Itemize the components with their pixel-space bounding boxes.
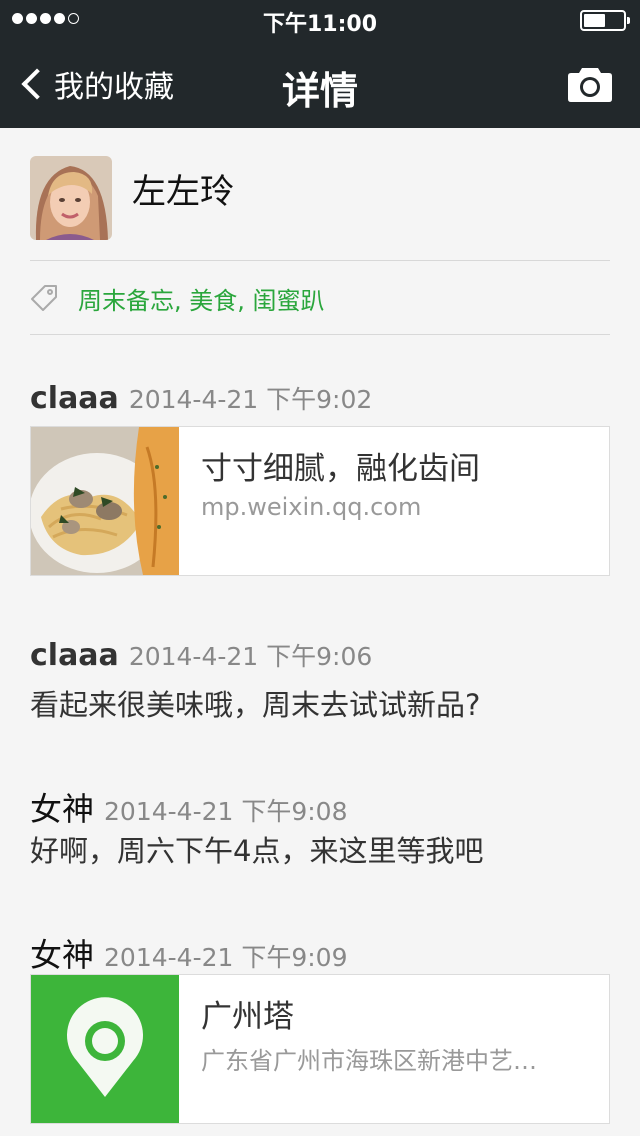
- entry-header: 女神 2014-4-21 下午9:09: [30, 930, 348, 976]
- entry-header: claaa 2014-4-21 下午9:06: [30, 637, 372, 673]
- battery-icon: [580, 10, 630, 31]
- entry-text: 好啊，周六下午4点，来这里等我吧: [30, 834, 484, 868]
- status-time: 下午11:00: [262, 12, 378, 37]
- divider: [30, 260, 610, 261]
- avatar[interactable]: [30, 156, 112, 240]
- entry-author: 女神: [30, 790, 95, 828]
- link-card[interactable]: 寸寸细腻，融化齿间 mp.weixin.qq.com: [30, 426, 610, 576]
- back-label: 我的收藏: [54, 70, 174, 105]
- top-bar: 下午11:00 我的收藏 详情: [0, 0, 640, 128]
- location-pin-icon: [67, 997, 143, 1097]
- tags-text: 周末备忘, 美食, 闺蜜趴: [78, 286, 325, 315]
- entry-author: 女神: [30, 936, 95, 974]
- card-address: 广东省广州市海珠区新港中艺…: [201, 1047, 537, 1075]
- back-chevron-icon: [21, 68, 53, 100]
- entry-time: 2014-4-21 下午9:02: [128, 385, 373, 414]
- location-thumbnail: [31, 975, 179, 1123]
- food-thumbnail: [31, 427, 179, 575]
- tag-icon: [31, 285, 57, 311]
- entry-text: 看起来很美味哦，周末去试试新品?: [30, 688, 481, 722]
- entry-author: claaa: [30, 381, 119, 416]
- status-bar: 下午11:00: [0, 0, 640, 40]
- card-title: 寸寸细腻，融化齿间: [201, 451, 480, 487]
- tag-row[interactable]: 周末备忘, 美食, 闺蜜趴: [30, 282, 325, 315]
- profile-name: 左左玲: [132, 172, 234, 212]
- divider: [30, 334, 610, 335]
- location-card[interactable]: 广州塔 广东省广州市海珠区新港中艺…: [30, 974, 610, 1124]
- entry-time: 2014-4-21 下午9:06: [128, 642, 373, 671]
- entry-time: 2014-4-21 下午9:09: [104, 943, 348, 972]
- card-url: mp.weixin.qq.com: [201, 493, 422, 521]
- entry-time: 2014-4-21 下午9:08: [104, 797, 348, 826]
- battery-level: [584, 14, 605, 27]
- camera-icon[interactable]: [568, 66, 612, 102]
- entry-header: claaa 2014-4-21 下午9:02: [30, 380, 372, 416]
- entry-header: 女神 2014-4-21 下午9:08: [30, 784, 348, 830]
- card-title: 广州塔: [201, 999, 294, 1035]
- back-button[interactable]: 我的收藏: [18, 62, 174, 106]
- entry-author: claaa: [30, 638, 119, 673]
